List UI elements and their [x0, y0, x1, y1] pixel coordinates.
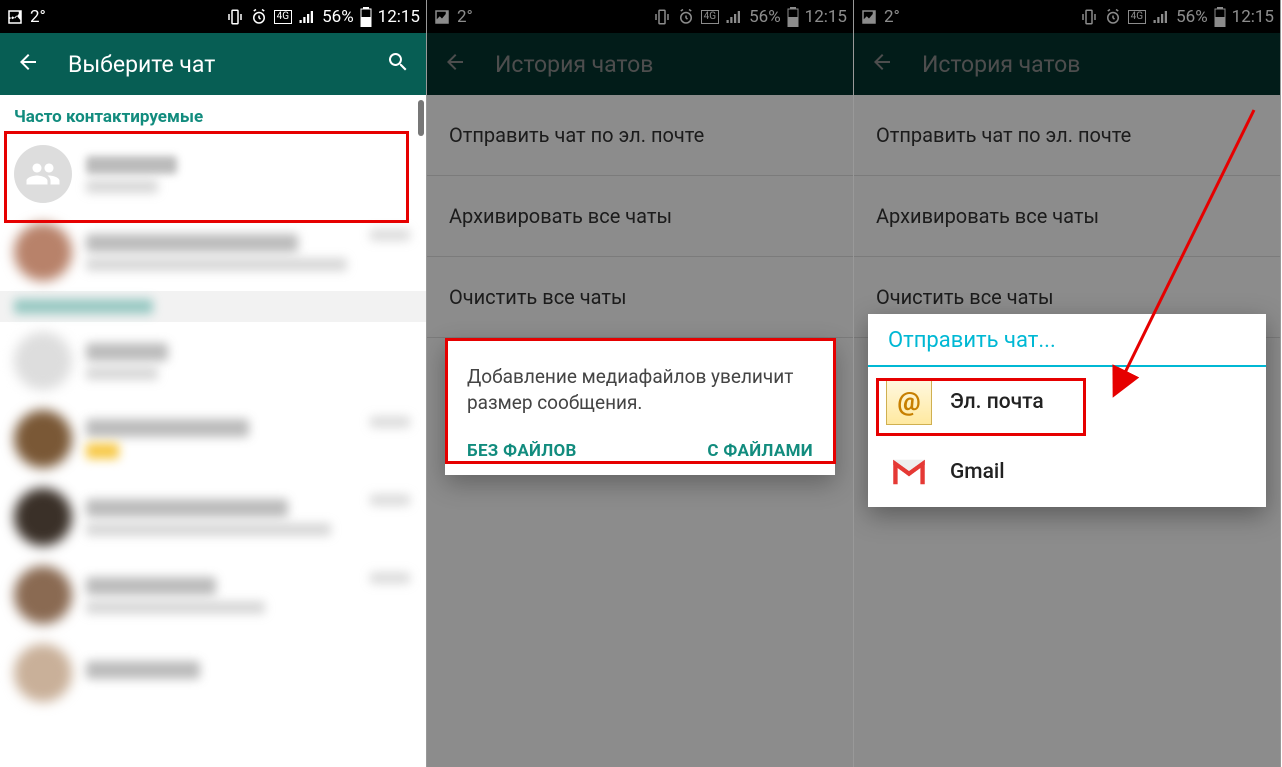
chat-name-blurred [86, 419, 249, 437]
chooser-gmail-label: Gmail [950, 460, 1005, 484]
chat-sub-blurred [86, 601, 265, 614]
chat-name-blurred [86, 234, 298, 252]
chat-time-blurred [370, 416, 410, 428]
chat-row[interactable] [0, 556, 426, 634]
avatar-blurred [14, 223, 72, 281]
chat-sub-blurred [86, 258, 347, 271]
dialog-message: Добавление медиафайлов увеличит размер с… [467, 364, 813, 415]
chat-name-blurred [86, 343, 168, 361]
chat-sub-blurred [86, 180, 158, 193]
chat-sub-blurred [86, 367, 158, 380]
with-files-button[interactable]: С ФАЙЛАМИ [707, 441, 813, 461]
scrollbar[interactable] [418, 100, 424, 136]
no-files-button[interactable]: БЕЗ ФАЙЛОВ [467, 441, 577, 461]
chat-row[interactable] [0, 213, 426, 291]
chat-row[interactable] [0, 400, 426, 478]
media-dialog: Добавление медиафайлов увеличит размер с… [445, 340, 835, 475]
signal-icon [298, 8, 316, 26]
chat-time-blurred [370, 494, 410, 506]
chat-row[interactable] [0, 478, 426, 556]
section-header-blurred [0, 291, 426, 322]
avatar-blurred [14, 488, 72, 546]
chat-time-blurred [370, 229, 410, 241]
status-bar: 2° 4G 56% 12:15 [0, 0, 426, 33]
alarm-icon [250, 8, 268, 26]
at-icon: @ [897, 387, 920, 417]
section-frequent: Часто контактируемые [0, 95, 426, 135]
back-icon[interactable] [16, 50, 40, 78]
screen-chat-history-chooser: 2° 4G 56% 12:15 История чатов От [854, 0, 1281, 767]
screen-select-chat: 2° 4G 56% 12:15 Выберите чат [0, 0, 427, 767]
image-icon [6, 8, 24, 26]
chat-sub-blurred [86, 523, 331, 536]
chat-name-blurred [86, 577, 216, 595]
avatar-blurred [14, 410, 72, 468]
app-chooser: Отправить чат... @ Эл. почта Gmail [868, 314, 1266, 507]
chat-row-first[interactable] [0, 135, 426, 213]
chooser-gmail[interactable]: Gmail [868, 437, 1266, 507]
chooser-title: Отправить чат... [868, 314, 1266, 367]
avatar-blurred [14, 644, 72, 702]
chat-name-blurred [86, 156, 177, 174]
chat-time-blurred [370, 572, 410, 584]
page-title: Выберите чат [68, 51, 386, 78]
app-bar: Выберите чат [0, 33, 426, 95]
chat-row[interactable] [0, 322, 426, 400]
vibrate-icon [226, 8, 244, 26]
screen-chat-history-dialog: 2° 4G 56% 12:15 История чатов От [427, 0, 854, 767]
network-4g-icon: 4G [274, 10, 292, 24]
email-app-icon: @ [886, 379, 932, 425]
status-time: 12:15 [378, 7, 420, 27]
chooser-email-label: Эл. почта [950, 390, 1044, 414]
chat-row[interactable] [0, 634, 426, 712]
chat-name-blurred [86, 661, 200, 679]
chat-name-blurred [86, 499, 288, 517]
battery-icon [360, 7, 372, 27]
search-icon[interactable] [386, 50, 410, 78]
status-battery-pct: 56% [322, 7, 354, 27]
status-temp: 2° [30, 7, 46, 27]
gmail-app-icon [886, 449, 932, 495]
chat-sub-blurred [86, 443, 119, 459]
group-avatar [14, 145, 72, 203]
avatar-blurred [14, 332, 72, 390]
chooser-email[interactable]: @ Эл. почта [868, 367, 1266, 437]
avatar-blurred [14, 566, 72, 624]
